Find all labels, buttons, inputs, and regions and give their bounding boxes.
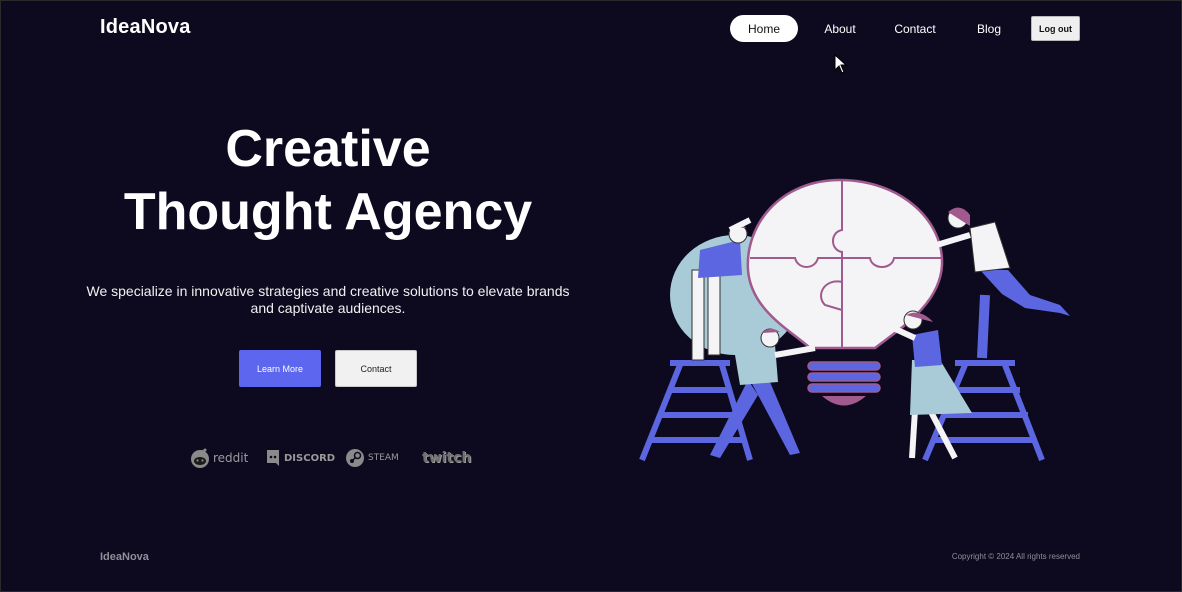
copyright-text: Copyright © 2024 All rights reserved [951,552,1080,561]
partner-name-reddit: reddit [213,451,249,465]
logout-button[interactable]: Log out [1031,16,1080,41]
brand-logo[interactable]: IdeaNova [100,16,191,39]
learn-more-button[interactable]: Learn More [239,350,321,387]
partner-name-steam: STEAM [368,453,399,463]
mouse-cursor-icon [834,54,848,74]
partner-logo-twitch: twitch [422,444,471,472]
partner-logo-steam: STEAM [345,444,399,472]
lightbulb-puzzle-team-illustration [639,178,1070,462]
nav-about[interactable]: About [814,15,866,42]
nav-contact[interactable]: Contact [886,15,944,42]
partner-name-twitch: twitch [422,450,472,466]
partner-logo-reddit: reddit [190,444,248,472]
hero-subtitle: We specialize in innovative strategies a… [86,283,570,316]
hero-title: Creative Thought Agency [70,118,586,244]
nav-blog[interactable]: Blog [968,15,1010,42]
hero-title-line-1: Creative [225,120,431,178]
steam-icon [346,449,364,467]
footer-brand[interactable]: IdeaNova [100,551,149,563]
partner-name-discord: DISCORD [284,452,336,464]
reddit-icon [191,448,209,468]
hero-title-line-2: Thought Agency [123,183,533,241]
discord-icon [267,450,279,466]
contact-button[interactable]: Contact [335,350,417,387]
person-right-ladder [919,207,1070,359]
partner-logo-discord: DISCORD [265,444,335,472]
nav-home[interactable]: Home [730,15,798,42]
